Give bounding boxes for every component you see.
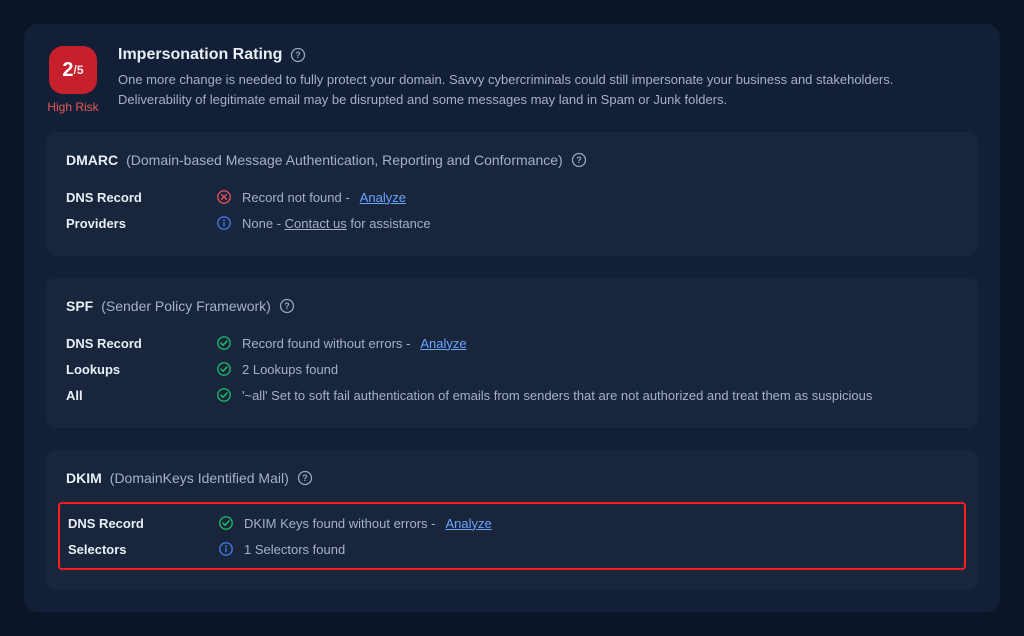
dmarc-dns-label: DNS Record	[66, 190, 216, 205]
rating-badge: 2 /5	[49, 46, 97, 94]
rating-text: Impersonation Rating ? One more change i…	[118, 46, 958, 110]
dkim-title-strong: DKIM	[66, 470, 102, 486]
check-icon	[216, 335, 232, 351]
spf-all-row: All '~all' Set to soft fail authenticati…	[66, 382, 958, 408]
risk-label: High Risk	[47, 100, 98, 114]
dmarc-title-strong: DMARC	[66, 152, 118, 168]
rating-score: 2	[62, 59, 73, 82]
spf-lookups-label: Lookups	[66, 362, 216, 377]
dmarc-analyze-link[interactable]: Analyze	[360, 190, 406, 205]
spf-dns-text: Record found without errors -	[242, 336, 410, 351]
dmarc-title: DMARC (Domain-based Message Authenticati…	[66, 152, 958, 168]
dmarc-section: DMARC (Domain-based Message Authenticati…	[46, 132, 978, 256]
rating-title: Impersonation Rating	[118, 46, 282, 64]
help-icon[interactable]: ?	[571, 152, 587, 168]
rating-title-row: Impersonation Rating ?	[118, 46, 958, 64]
dmarc-dns-row: DNS Record Record not found - Analyze	[66, 184, 958, 210]
check-icon	[216, 361, 232, 377]
check-icon	[218, 515, 234, 531]
check-icon	[216, 387, 232, 403]
rating-description: One more change is needed to fully prote…	[118, 70, 958, 110]
page: 2 /5 High Risk Impersonation Rating ? On…	[0, 0, 1024, 636]
dmarc-title-sub: (Domain-based Message Authentication, Re…	[126, 152, 563, 168]
dkim-dns-row: DNS Record DKIM Keys found without error…	[68, 510, 956, 536]
dkim-title: DKIM (DomainKeys Identified Mail) ?	[66, 470, 958, 486]
dmarc-providers-row: Providers None - Contact us for assistan…	[66, 210, 958, 236]
spf-dns-label: DNS Record	[66, 336, 216, 351]
dkim-highlight-box: DNS Record DKIM Keys found without error…	[58, 502, 966, 570]
info-icon	[218, 541, 234, 557]
dkim-analyze-link[interactable]: Analyze	[445, 516, 491, 531]
dkim-selectors-row: Selectors 1 Selectors found	[68, 536, 956, 562]
spf-dns-row: DNS Record Record found without errors -…	[66, 330, 958, 356]
dkim-section: DKIM (DomainKeys Identified Mail) ? DNS …	[46, 450, 978, 590]
spf-title-sub: (Sender Policy Framework)	[101, 298, 271, 314]
info-icon	[216, 215, 232, 231]
dkim-dns-text: DKIM Keys found without errors -	[244, 516, 435, 531]
dkim-dns-label: DNS Record	[68, 516, 218, 531]
help-icon[interactable]: ?	[290, 47, 306, 63]
rating-badge-column: 2 /5 High Risk	[46, 46, 100, 114]
dkim-selectors-text: 1 Selectors found	[244, 542, 345, 557]
impersonation-card: 2 /5 High Risk Impersonation Rating ? On…	[24, 24, 1000, 612]
spf-section: SPF (Sender Policy Framework) ? DNS Reco…	[46, 278, 978, 428]
dkim-title-sub: (DomainKeys Identified Mail)	[110, 470, 289, 486]
spf-lookups-text: 2 Lookups found	[242, 362, 338, 377]
spf-all-text: '~all' Set to soft fail authentication o…	[242, 388, 872, 403]
spf-title-strong: SPF	[66, 298, 93, 314]
help-icon[interactable]: ?	[279, 298, 295, 314]
svg-text:?: ?	[284, 301, 290, 311]
spf-all-label: All	[66, 388, 216, 403]
dmarc-providers-text: None - Contact us for assistance	[242, 216, 431, 231]
dmarc-providers-suffix: for assistance	[347, 216, 431, 231]
dmarc-providers-label: Providers	[66, 216, 216, 231]
rating-header: 2 /5 High Risk Impersonation Rating ? On…	[46, 46, 978, 114]
svg-text:?: ?	[296, 50, 302, 60]
error-icon	[216, 189, 232, 205]
dmarc-providers-prefix: None -	[242, 216, 285, 231]
help-icon[interactable]: ?	[297, 470, 313, 486]
spf-analyze-link[interactable]: Analyze	[420, 336, 466, 351]
svg-text:?: ?	[302, 473, 308, 483]
dmarc-dns-text: Record not found -	[242, 190, 350, 205]
svg-text:?: ?	[576, 155, 582, 165]
spf-title: SPF (Sender Policy Framework) ?	[66, 298, 958, 314]
rating-out-of: /5	[74, 63, 84, 77]
contact-us-link[interactable]: Contact us	[285, 216, 347, 231]
spf-lookups-row: Lookups 2 Lookups found	[66, 356, 958, 382]
dkim-selectors-label: Selectors	[68, 542, 218, 557]
